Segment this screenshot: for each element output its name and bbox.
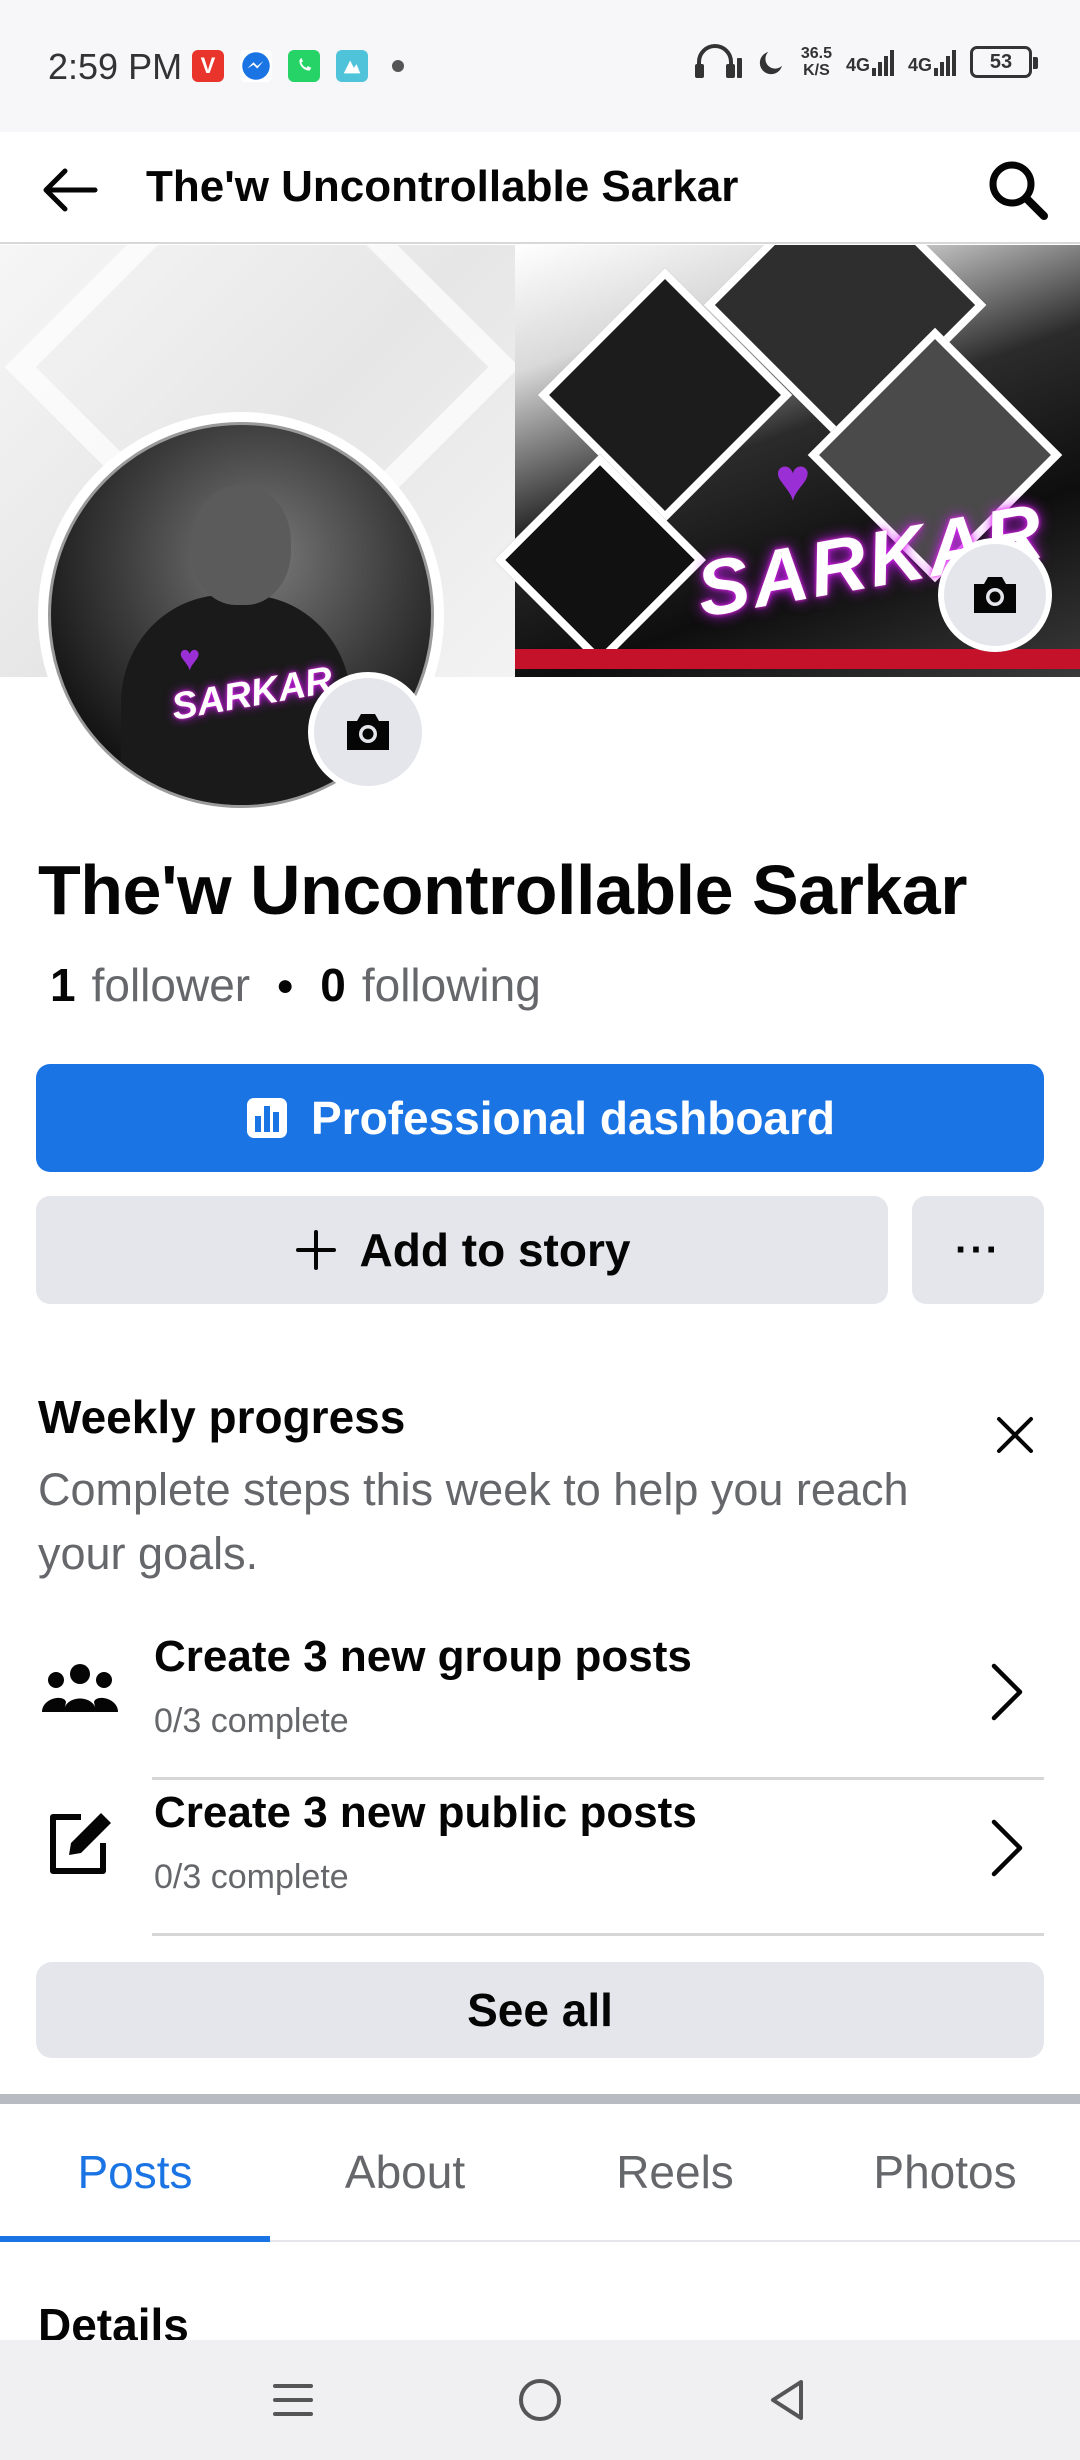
follow-stats: 1 follower ● 0 following <box>50 958 541 1012</box>
task-status: 0/3 complete <box>154 1702 349 1740</box>
task-title: Create 3 new group posts <box>154 1632 692 1681</box>
back-button[interactable] <box>34 154 106 226</box>
system-nav-bar <box>0 2340 1080 2460</box>
followers-count: 1 <box>50 959 76 1011</box>
triangle-back-icon <box>770 2380 803 2420</box>
signal-1: 4G <box>846 48 894 76</box>
edit-profile-picture-button[interactable] <box>308 672 428 792</box>
system-indicators: 36.5 K/S 4G 4G 53 <box>693 44 1038 80</box>
add-to-story-button[interactable]: Add to story <box>36 1196 888 1304</box>
signal-bars-icon <box>934 48 956 76</box>
vivaldi-icon: V <box>192 50 224 82</box>
tab-photos[interactable]: Photos <box>810 2104 1080 2240</box>
profile-name: The'w Uncontrollable Sarkar <box>38 851 967 929</box>
avatar-figure-head <box>191 485 291 605</box>
group-icon <box>40 1648 120 1728</box>
chevron-right-icon <box>976 1652 1036 1732</box>
followers-label: follower <box>91 959 251 1011</box>
search-button[interactable] <box>982 154 1054 226</box>
separator-dot: ● <box>276 969 295 1002</box>
notification-icons: V <box>192 50 404 82</box>
tab-reels[interactable]: Reels <box>540 2104 810 2240</box>
add-to-story-label: Add to story <box>359 1224 631 1276</box>
professional-dashboard-label: Professional dashboard <box>310 1092 835 1144</box>
task-row[interactable]: Create 3 new public posts 0/3 complete <box>0 1776 1080 1936</box>
chevron-right-icon <box>976 1808 1036 1888</box>
professional-dashboard-button[interactable]: Professional dashboard <box>36 1064 1044 1172</box>
page-title: The'w Uncontrollable Sarkar <box>146 162 739 211</box>
edit-cover-photo-button[interactable] <box>938 538 1052 652</box>
signal-bars-icon <box>871 48 894 76</box>
plus-icon <box>295 1230 336 1270</box>
ellipsis-icon: ··· <box>955 1227 1001 1272</box>
see-all-label: See all <box>467 1984 613 2036</box>
battery-level: 53 <box>989 50 1013 73</box>
battery-icon: 53 <box>970 46 1038 78</box>
followers-link[interactable]: 1 follower <box>50 958 250 1012</box>
arrow-left-icon <box>43 168 98 212</box>
signal-2: 4G <box>908 48 956 76</box>
following-link[interactable]: 0 following <box>320 958 541 1012</box>
camera-icon <box>974 577 1016 613</box>
following-label: following <box>361 959 541 1011</box>
divider <box>152 1933 1044 1936</box>
headphones-icon <box>694 44 742 78</box>
tab-posts[interactable]: Posts <box>0 2104 270 2242</box>
menu-button[interactable] <box>248 2355 338 2445</box>
status-time: 2:59 PM <box>48 46 183 87</box>
menu-icon <box>273 2384 314 2416</box>
heart-graphic: ♥ <box>775 446 811 513</box>
moon-icon <box>759 52 782 75</box>
following-count: 0 <box>320 959 346 1011</box>
cover-red-strip <box>515 649 1080 669</box>
status-bar: 2:59 PM V 36.5 K/S 4G 4G 53 <box>0 0 1080 132</box>
gallery-app-icon <box>336 50 368 82</box>
edit-post-icon <box>40 1804 120 1884</box>
task-title: Create 3 new public posts <box>154 1788 697 1837</box>
heart-graphic: ♥ <box>179 637 201 678</box>
whatsapp-icon <box>288 50 320 82</box>
profile-tabs: Posts About Reels Photos <box>0 2104 1080 2242</box>
more-notifications-dot <box>392 60 404 72</box>
close-icon <box>997 1417 1033 1453</box>
section-separator <box>0 2094 1080 2104</box>
task-row[interactable]: Create 3 new group posts 0/3 complete <box>0 1620 1080 1780</box>
home-button[interactable] <box>495 2355 585 2445</box>
network-speed: 36.5 K/S <box>800 45 832 79</box>
dismiss-weekly-progress-button[interactable] <box>980 1400 1050 1470</box>
messenger-icon <box>240 50 272 82</box>
weekly-progress-subtitle: Complete steps this week to help you rea… <box>38 1464 909 1579</box>
back-nav-button[interactable] <box>742 2355 832 2445</box>
app-bar: The'w Uncontrollable Sarkar <box>0 132 1080 244</box>
search-icon <box>989 161 1048 220</box>
camera-icon <box>347 714 389 750</box>
tab-about[interactable]: About <box>270 2104 540 2240</box>
task-status: 0/3 complete <box>154 1858 349 1896</box>
dashboard-chart-icon <box>246 1098 287 1138</box>
see-all-button[interactable]: See all <box>36 1962 1044 2058</box>
home-circle-icon <box>518 2379 561 2421</box>
more-options-button[interactable]: ··· <box>912 1196 1044 1304</box>
weekly-progress-title: Weekly progress <box>38 1391 406 1443</box>
